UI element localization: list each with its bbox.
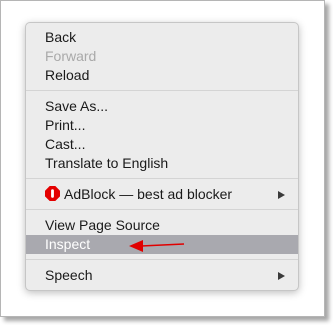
menu-item-save-as[interactable]: Save As... <box>26 97 298 116</box>
chevron-right-icon <box>278 272 285 280</box>
menu-item-cast[interactable]: Cast... <box>26 135 298 154</box>
menu-separator <box>26 259 298 260</box>
chevron-right-icon <box>278 191 285 199</box>
menu-item-speech-label: Speech <box>45 267 93 283</box>
menu-item-print[interactable]: Print... <box>26 116 298 135</box>
menu-item-translate[interactable]: Translate to English <box>26 154 298 173</box>
menu-item-speech[interactable]: Speech <box>26 266 298 285</box>
menu-item-adblock[interactable]: AdBlock — best ad blocker <box>26 185 298 204</box>
menu-item-back[interactable]: Back <box>26 28 298 47</box>
menu-separator <box>26 178 298 179</box>
menu-item-view-source[interactable]: View Page Source <box>26 216 298 235</box>
adblock-stop-sign-icon <box>45 186 60 202</box>
menu-separator <box>26 209 298 210</box>
menu-item-reload[interactable]: Reload <box>26 66 298 85</box>
menu-item-adblock-label: AdBlock — best ad blocker <box>64 186 233 202</box>
menu-separator <box>26 90 298 91</box>
red-arrow-icon <box>129 240 185 252</box>
menu-item-forward: Forward <box>45 48 97 64</box>
